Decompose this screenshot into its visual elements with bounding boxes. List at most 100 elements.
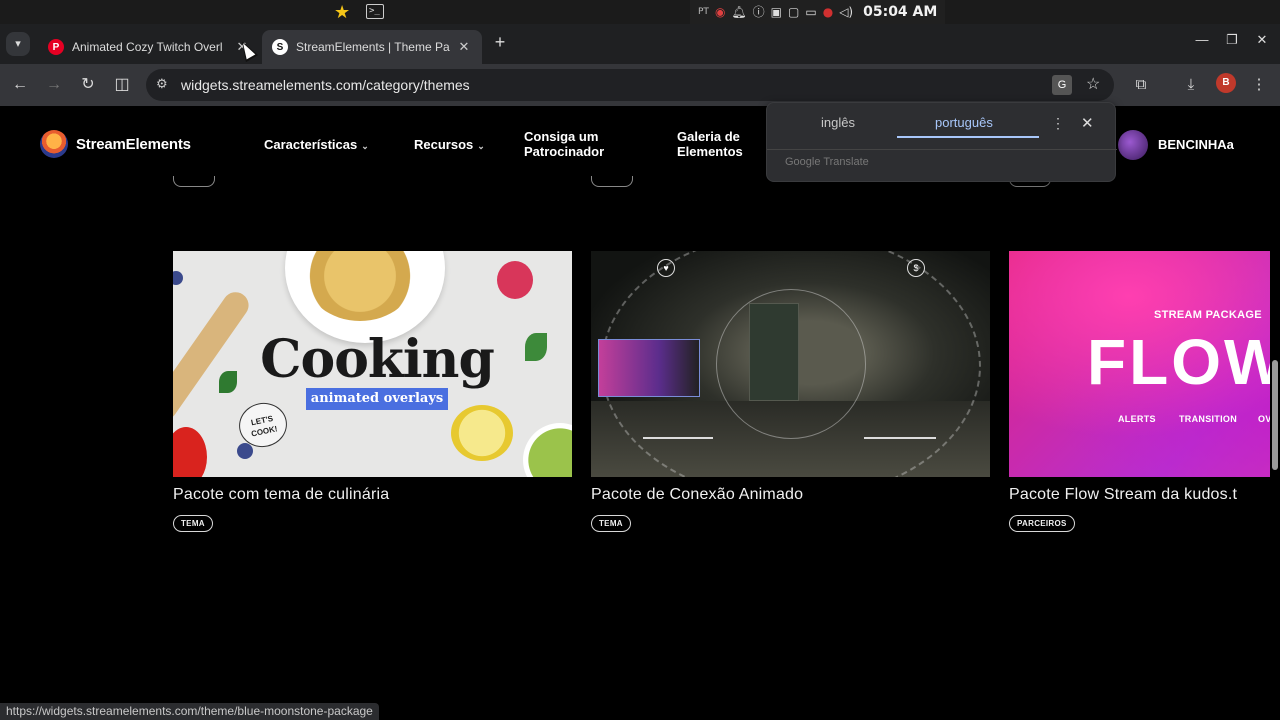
tab-title: StreamElements | Theme Pa (296, 40, 450, 54)
menu-kebab-icon[interactable]: ⋮ (1247, 73, 1271, 97)
scrollbar-thumb[interactable] (1272, 360, 1278, 470)
reload-button[interactable]: ↻ (76, 73, 100, 97)
battery-icon[interactable]: ▭ (805, 0, 816, 24)
chevron-down-icon: ⌄ (477, 141, 485, 151)
divider (767, 149, 1117, 150)
webcam-frame (598, 339, 700, 397)
card-tag: PARCEIROS (1009, 515, 1075, 532)
link-status-bubble: https://widgets.streamelements.com/theme… (0, 703, 379, 720)
forward-button[interactable]: → (42, 73, 66, 97)
streamelements-icon: S (272, 39, 288, 55)
volume-icon[interactable]: ◁) (839, 0, 853, 24)
site-settings-icon[interactable]: ⚙ (156, 76, 168, 92)
nav-recursos[interactable]: Recursos ⌄ (414, 137, 485, 154)
tab-strip: ▾ P Animated Cozy Twitch Overl ✕ S Strea… (0, 24, 1280, 64)
leaf-illustration (525, 333, 547, 361)
system-tray: PT ◉ 🔔︎ ⓘ ▣ ▢ ▭ ● ◁) 05:04 AM (690, 0, 946, 24)
wooden-spoon-illustration (173, 287, 254, 425)
nav-label: Recursos (414, 137, 474, 152)
thumb-kicker: STREAM PACKAGE (1154, 309, 1262, 321)
minimize-window-button[interactable]: — (1194, 32, 1210, 47)
card-thumbnail[interactable]: ♥ $ (591, 251, 990, 477)
tag-stub (591, 176, 633, 187)
tag-stub (173, 176, 215, 187)
screen: ★ >_ PT ◉ 🔔︎ ⓘ ▣ ▢ ▭ ● ◁) 05:04 AM ▾ P A… (0, 0, 1280, 720)
logo-text: StreamElements (76, 135, 191, 153)
blueberry-illustration (173, 271, 183, 285)
split-view-button[interactable]: ◫ (110, 73, 134, 97)
thumb-sub-transition: TRANSITION (1179, 414, 1237, 424)
clock[interactable]: 05:04 AM (863, 0, 937, 24)
user-avatar[interactable] (1118, 130, 1148, 160)
card-thumbnail[interactable]: Cooking animated overlays LET'S COOK! (173, 251, 572, 477)
tomato-illustration (173, 427, 207, 477)
nav-galeria-elementos[interactable]: Galeria de Elementos (677, 129, 743, 159)
streamelements-logo-icon (40, 130, 68, 158)
extensions-icon[interactable]: ⧉ (1129, 73, 1153, 97)
tab-search-button[interactable]: ▾ (6, 32, 30, 56)
nav-label-line1: Galeria de (677, 129, 740, 144)
translate-target-tab[interactable]: português (935, 115, 993, 130)
card-title[interactable]: Pacote Flow Stream da kudos.t (1009, 486, 1270, 504)
selected-tab-indicator (897, 136, 1039, 138)
card-thumbnail[interactable]: STREAM PACKAGE FLOW ALERTS TRANSITION OV (1009, 251, 1280, 477)
profile-avatar[interactable]: B (1216, 73, 1236, 93)
theme-card-cooking[interactable]: Cooking animated overlays LET'S COOK! Pa… (173, 251, 572, 532)
thumb-headline: FLOW (1087, 326, 1280, 398)
notification-bell-icon[interactable]: 🔔︎ (731, 0, 746, 24)
tab-streamelements[interactable]: S StreamElements | Theme Pa ✕ (262, 30, 482, 64)
back-button[interactable]: ← (8, 73, 32, 97)
url-text[interactable]: widgets.streamelements.com/category/them… (181, 77, 470, 93)
more-options-icon[interactable]: ⋮ (1051, 115, 1065, 132)
heart-icon: ♥ (657, 259, 675, 277)
translate-icon[interactable]: G (1052, 75, 1072, 95)
close-window-button[interactable]: ✕ (1254, 32, 1270, 48)
thumb-headline: Cooking (260, 329, 495, 390)
info-icon[interactable]: ⓘ (753, 0, 765, 24)
tab-pinterest[interactable]: P Animated Cozy Twitch Overl ✕ (38, 30, 260, 64)
card-title[interactable]: Pacote de Conexão Animado (591, 486, 990, 504)
translate-source-tab[interactable]: inglês (821, 115, 855, 130)
close-tab-icon[interactable]: ✕ (456, 39, 472, 55)
nav-label: Características (264, 137, 358, 152)
pinned-star-icon[interactable]: ★ (334, 2, 350, 22)
username[interactable]: BENCINHAa (1158, 137, 1234, 152)
nav-caracteristicas[interactable]: Características ⌄ (264, 137, 369, 154)
pinterest-icon: P (48, 39, 64, 55)
keyboard-language-indicator[interactable]: PT (698, 0, 709, 24)
leaf-illustration (219, 371, 237, 393)
blueberry-illustration (237, 443, 253, 459)
chat-icon[interactable]: ▢ (788, 0, 799, 24)
nav-label-line2: Elementos (677, 144, 743, 159)
theme-card-flow[interactable]: STREAM PACKAGE FLOW ALERTS TRANSITION OV… (1009, 251, 1280, 532)
thumb-sub-alerts: ALERTS (1118, 414, 1156, 424)
hud-bar (864, 437, 936, 439)
tab-title: Animated Cozy Twitch Overl (72, 40, 223, 54)
close-icon[interactable]: ✕ (1081, 114, 1094, 132)
nav-label-line2: Patrocinador (524, 144, 605, 159)
hud-bar (643, 437, 713, 439)
theme-card-connection[interactable]: ♥ $ Pacote de Conexão Animado TEMA (591, 251, 990, 532)
clipboard-icon[interactable]: ▣ (771, 0, 782, 24)
new-tab-button[interactable]: + (490, 32, 510, 53)
guacamole-illustration (523, 423, 572, 477)
nav-consiga-patrocinador[interactable]: Consiga um Patrocinador (524, 129, 604, 159)
translate-popup: inglês português ⋮ ✕ Google Translate (766, 102, 1117, 182)
microphone-icon[interactable]: ● (823, 0, 833, 24)
raspberry-illustration (497, 261, 533, 299)
os-top-bar: ★ >_ PT ◉ 🔔︎ ⓘ ▣ ▢ ▭ ● ◁) 05:04 AM (0, 0, 1280, 24)
thumb-ribbon: animated overlays (306, 388, 448, 410)
terminal-icon[interactable]: >_ (366, 4, 384, 19)
lemon-illustration (451, 405, 513, 461)
maximize-window-button[interactable]: ❐ (1224, 32, 1240, 48)
google-translate-label: Google Translate (785, 156, 869, 168)
card-title[interactable]: Pacote com tema de culinária (173, 486, 572, 504)
streamelements-logo[interactable]: StreamElements (40, 130, 191, 158)
card-tag: TEMA (173, 515, 213, 532)
bookmark-star-icon[interactable]: ☆ (1086, 74, 1100, 94)
record-icon[interactable]: ◉ (715, 0, 725, 24)
address-bar[interactable]: ⚙ widgets.streamelements.com/category/th… (146, 69, 1114, 101)
nav-label-line1: Consiga um (524, 129, 599, 144)
downloads-icon[interactable]: ⤓ (1179, 73, 1203, 97)
page-scrollbar[interactable] (1270, 106, 1280, 720)
